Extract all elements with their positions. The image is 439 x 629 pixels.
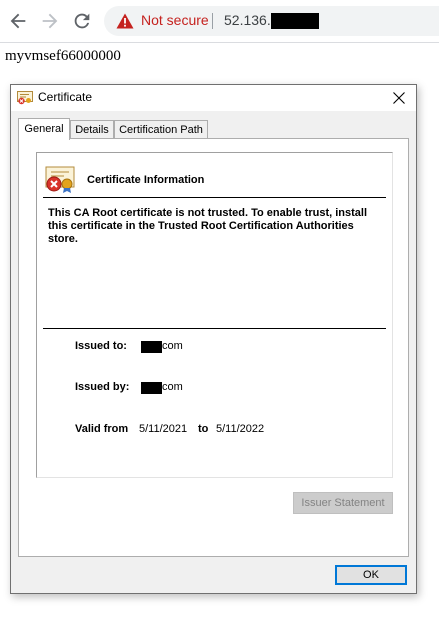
issued-to-label: Issued to: bbox=[75, 340, 127, 352]
tab-certification-path[interactable]: Certification Path bbox=[114, 120, 208, 139]
heading-divider bbox=[43, 197, 386, 198]
warning-triangle-icon[interactable] bbox=[116, 13, 134, 29]
reload-button[interactable] bbox=[71, 10, 93, 32]
certificate-heading: Certificate Information bbox=[87, 174, 205, 186]
browser-toolbar: Not secure 52.136.1 bbox=[0, 0, 439, 43]
back-arrow-icon bbox=[10, 13, 26, 29]
valid-from-label: Valid from bbox=[75, 423, 129, 435]
issued-by-redaction bbox=[141, 382, 162, 394]
issued-by-label: Issued by: bbox=[75, 381, 130, 393]
close-icon bbox=[393, 92, 405, 104]
page-body-text: myvmsef66000000 bbox=[5, 48, 121, 64]
issued-to-redaction bbox=[141, 341, 162, 353]
dialog-title: Certificate bbox=[38, 90, 93, 104]
issuer-statement-button[interactable]: Issuer Statement bbox=[293, 492, 393, 514]
security-status[interactable]: Not secure bbox=[141, 12, 209, 28]
valid-from-value[interactable]: 5/11/2021 bbox=[139, 423, 187, 435]
ok-button[interactable]: OK bbox=[335, 565, 407, 585]
omnibox-divider bbox=[212, 13, 213, 29]
general-tab-panel: Certificate Information This CA Root cer… bbox=[18, 138, 409, 557]
tab-details[interactable]: Details bbox=[70, 120, 114, 139]
details-divider bbox=[43, 328, 386, 329]
issued-to-value[interactable]: com bbox=[162, 340, 183, 352]
close-button[interactable] bbox=[382, 85, 416, 111]
forward-button[interactable] bbox=[39, 10, 61, 32]
certificate-error-icon bbox=[45, 166, 75, 193]
dialog-title-bar[interactable]: Certificate bbox=[11, 85, 416, 111]
valid-to-value[interactable]: 5/11/2022 bbox=[216, 423, 264, 435]
certificate-dialog: Certificate General Details Certificatio… bbox=[10, 84, 417, 594]
issued-by-value[interactable]: com bbox=[162, 381, 183, 393]
reload-icon bbox=[74, 13, 90, 29]
address-bar[interactable]: Not secure 52.136.1 bbox=[104, 6, 439, 36]
trust-warning-text: This CA Root certificate is not trusted.… bbox=[48, 207, 368, 245]
url-redaction bbox=[271, 13, 319, 29]
back-button[interactable] bbox=[7, 10, 29, 32]
valid-to-label: to bbox=[198, 423, 209, 435]
certificate-information-box: Certificate Information This CA Root cer… bbox=[36, 152, 393, 478]
tab-general[interactable]: General bbox=[18, 118, 70, 140]
certificate-icon bbox=[17, 91, 33, 105]
forward-arrow-icon bbox=[42, 13, 58, 29]
